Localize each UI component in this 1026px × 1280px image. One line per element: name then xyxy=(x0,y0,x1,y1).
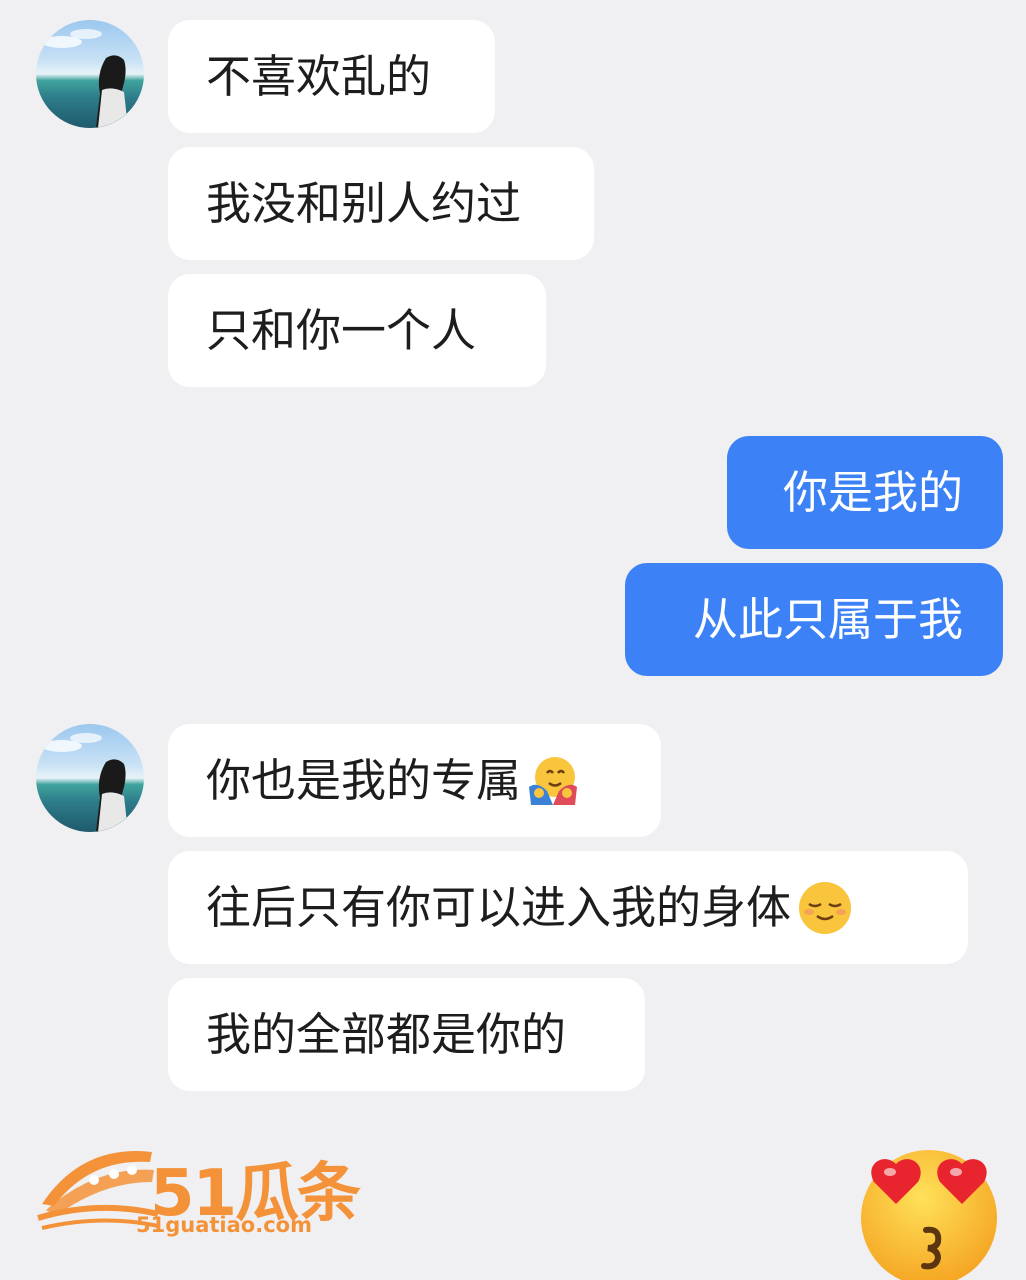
incoming-message[interactable]: 你也是我的专属 xyxy=(168,724,661,837)
contact-avatar[interactable] xyxy=(36,20,144,128)
incoming-message[interactable]: 我没和别人约过 xyxy=(168,147,594,260)
message-text: 往后只有你可以进入我的身体 xyxy=(206,881,792,934)
message-text: 我的全部都是你的 xyxy=(206,1008,567,1061)
heart-eyes-kiss-emoji-icon xyxy=(861,1150,997,1280)
incoming-message[interactable]: 只和你一个人 xyxy=(168,274,546,387)
hugging-face-icon xyxy=(529,756,578,805)
message-text: 我没和别人约过 xyxy=(206,177,522,230)
message-text: 只和你一个人 xyxy=(206,304,477,357)
watermark-url: 51guatiao.com xyxy=(136,1213,312,1237)
incoming-message[interactable]: 不喜欢乱的 xyxy=(168,20,495,133)
outgoing-message[interactable]: 你是我的 xyxy=(727,436,1003,549)
avatar-photo xyxy=(42,733,128,832)
outgoing-message[interactable]: 从此只属于我 xyxy=(625,563,1003,676)
message-text: 你也是我的专属 xyxy=(206,754,522,807)
avatar-photo xyxy=(42,29,128,128)
incoming-message[interactable]: 往后只有你可以进入我的身体 xyxy=(168,851,968,964)
message-text: 从此只属于我 xyxy=(692,593,963,646)
message-text: 不喜欢乱的 xyxy=(206,50,432,103)
contact-avatar[interactable] xyxy=(36,724,144,832)
message-text: 你是我的 xyxy=(782,466,963,519)
incoming-message[interactable]: 我的全部都是你的 xyxy=(168,978,645,1091)
smiling-face-closed-eyes-icon xyxy=(799,881,852,934)
